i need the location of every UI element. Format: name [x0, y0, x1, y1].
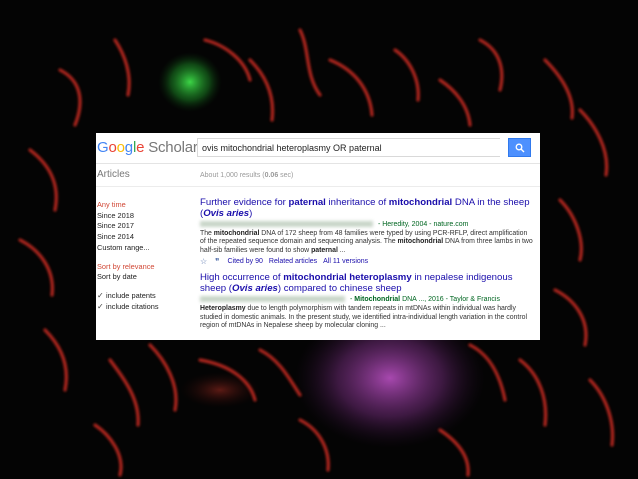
filter-custom-range[interactable]: Custom range... [97, 243, 189, 254]
filter-any-time[interactable]: Any time [97, 200, 189, 211]
sidebar-filters: Any time Since 2018 Since 2017 Since 201… [97, 200, 189, 312]
result-snippet: The mitochondrial DNA of 172 sheep from … [200, 230, 533, 254]
related-articles-link[interactable]: Related articles [269, 256, 317, 267]
blurred-authors [200, 296, 345, 303]
checkbox-include-patents[interactable]: ✓ include patents [97, 291, 189, 302]
search-input[interactable] [197, 138, 500, 157]
top-bar: Google Scholar [96, 133, 540, 164]
result-title-link[interactable]: Further evidence for paternal inheritanc… [200, 197, 534, 219]
checkmark-icon: ✓ [97, 301, 104, 311]
articles-label[interactable]: Articles [97, 169, 130, 180]
sort-by-date[interactable]: Sort by date [97, 272, 189, 283]
checkbox-include-citations[interactable]: ✓ include citations [97, 302, 189, 313]
google-scholar-logo[interactable]: Google Scholar [97, 139, 198, 156]
result-item: Further evidence for paternal inheritanc… [200, 197, 534, 267]
result-title-link[interactable]: High occurrence of mitochondrial heterop… [200, 272, 534, 294]
result-actions: ☆ ❞ Cited by 90 Related articles All 11 … [200, 256, 534, 267]
sort-by-relevance[interactable]: Sort by relevance [97, 262, 189, 273]
sub-bar [96, 164, 540, 187]
checkmark-icon: ✓ [97, 290, 104, 300]
results-count: About 1,000 results (0.06 sec) [200, 172, 294, 179]
result-source: - Mitochondrial DNA ..., 2016 - Taylor &… [200, 295, 534, 305]
blurred-authors [200, 221, 373, 228]
quote-icon[interactable]: ❞ [215, 256, 219, 267]
cited-by-link[interactable]: Cited by 90 [227, 256, 262, 267]
filter-since-2017[interactable]: Since 2017 [97, 221, 189, 232]
results-list: Further evidence for paternal inheritanc… [200, 197, 534, 330]
result-snippet: Heteroplasmy due to length polymorphism … [200, 305, 527, 330]
versions-link[interactable]: All 11 versions [323, 256, 368, 267]
result-source: - Heredity, 2004 - nature.com [200, 220, 534, 230]
star-icon[interactable]: ☆ [200, 256, 207, 267]
logo-scholar-text: Scholar [148, 139, 198, 156]
result-item: High occurrence of mitochondrial heterop… [200, 272, 534, 330]
scholar-screenshot: Google Scholar Articles About 1,000 resu… [96, 133, 540, 340]
search-button[interactable] [508, 138, 531, 157]
search-icon [515, 143, 524, 152]
filter-since-2014[interactable]: Since 2014 [97, 232, 189, 243]
filter-since-2018[interactable]: Since 2018 [97, 211, 189, 222]
